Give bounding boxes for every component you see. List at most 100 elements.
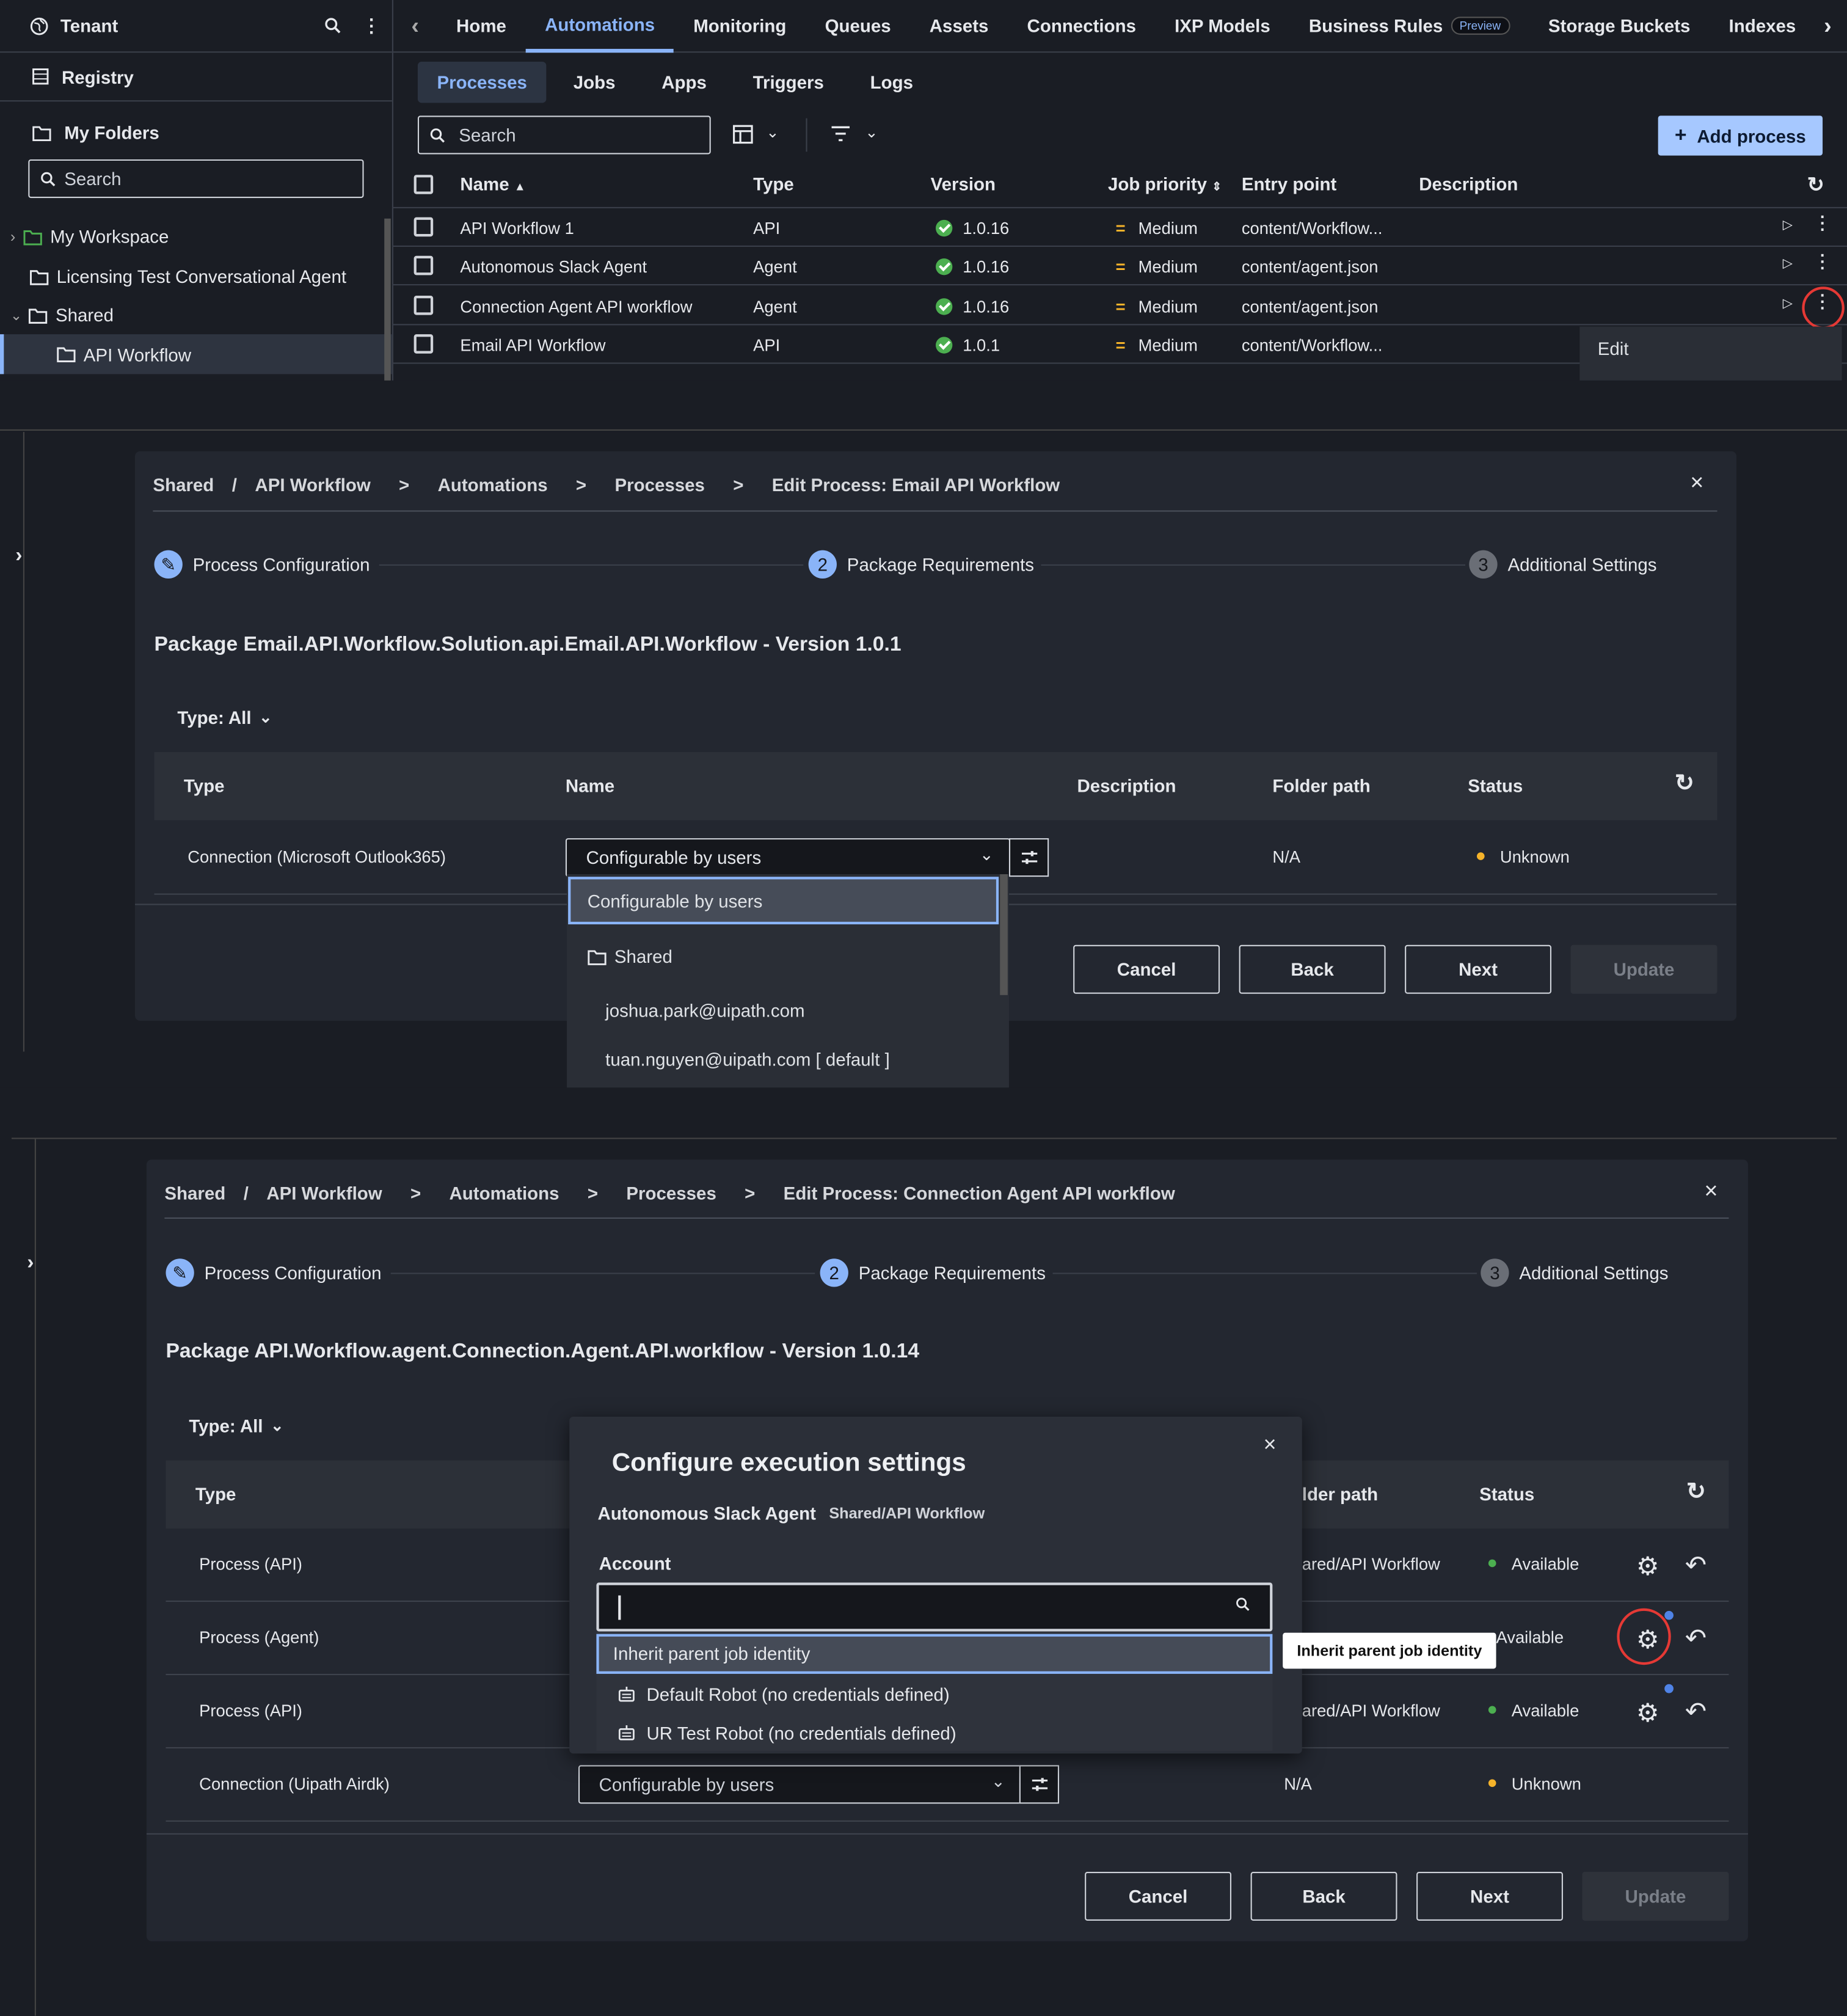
folder-search-input[interactable]: Search bbox=[28, 159, 364, 199]
dropdown-option[interactable]: joshua.park@uipath.com bbox=[567, 987, 1009, 1034]
step-additional-settings[interactable]: 3 Additional Settings bbox=[1481, 1258, 1668, 1287]
crumb-processes[interactable]: Processes bbox=[626, 1183, 716, 1203]
refresh-icon[interactable]: ↻ bbox=[1675, 770, 1694, 797]
type-filter[interactable]: Type: All ⌄ bbox=[189, 1415, 283, 1436]
tab-monitoring[interactable]: Monitoring bbox=[674, 0, 806, 52]
col-description[interactable]: Description bbox=[1419, 173, 1518, 194]
filter-icon[interactable] bbox=[830, 126, 851, 142]
tab-queues[interactable]: Queues bbox=[806, 0, 910, 52]
settings-sliders-icon[interactable] bbox=[1008, 838, 1049, 877]
type-filter[interactable]: Type: All ⌄ bbox=[177, 707, 272, 728]
tab-business-rules[interactable]: Business Rules Preview bbox=[1289, 0, 1529, 52]
row-checkbox[interactable] bbox=[413, 217, 434, 237]
table-row[interactable]: Autonomous Slack Agent Agent 1.0.16 = Med… bbox=[393, 247, 1847, 286]
refresh-icon[interactable]: ↻ bbox=[1686, 1478, 1706, 1505]
menu-item-edit[interactable]: Edit bbox=[1598, 338, 1629, 359]
col-type[interactable]: Type bbox=[753, 173, 794, 194]
play-icon[interactable]: ▷ bbox=[1783, 257, 1793, 271]
account-option[interactable]: UR Test Robot (no credentials defined) bbox=[596, 1714, 1272, 1752]
crumb-shared[interactable]: Shared bbox=[153, 475, 214, 495]
subtab-jobs[interactable]: Jobs bbox=[554, 62, 635, 103]
tab-home[interactable]: Home bbox=[437, 0, 525, 52]
connection-select[interactable]: Configurable by users ⌄ bbox=[578, 1765, 1022, 1804]
undo-icon[interactable]: ↶ bbox=[1685, 1623, 1707, 1655]
play-icon[interactable]: ▷ bbox=[1783, 219, 1793, 233]
account-option[interactable]: Default Robot (no credentials defined) bbox=[596, 1675, 1272, 1714]
subtab-logs[interactable]: Logs bbox=[851, 62, 933, 103]
chevron-right-icon[interactable]: › bbox=[1824, 12, 1832, 39]
row-checkbox[interactable] bbox=[413, 334, 434, 354]
step-package-requirements[interactable]: 2 Package Requirements bbox=[808, 550, 1034, 579]
back-button[interactable]: Back bbox=[1250, 1872, 1397, 1921]
update-button[interactable]: Update bbox=[1570, 944, 1718, 994]
crumb-automations[interactable]: Automations bbox=[450, 1183, 559, 1203]
tab-assets[interactable]: Assets bbox=[910, 0, 1008, 52]
chevron-right-icon[interactable]: › bbox=[10, 227, 15, 245]
account-search-input[interactable] bbox=[596, 1582, 1273, 1632]
chevron-down-icon[interactable]: ⌄ bbox=[865, 123, 878, 141]
refresh-icon[interactable]: ↻ bbox=[1807, 172, 1824, 198]
tree-item-my-workspace[interactable]: › My Workspace bbox=[0, 221, 392, 252]
cancel-button[interactable]: Cancel bbox=[1073, 944, 1220, 994]
tab-connections[interactable]: Connections bbox=[1008, 0, 1156, 52]
add-process-button[interactable]: + Add process bbox=[1658, 115, 1823, 156]
close-icon[interactable]: × bbox=[1264, 1432, 1277, 1458]
subtab-apps[interactable]: Apps bbox=[643, 62, 726, 103]
step-process-configuration[interactable]: ✎ Process Configuration bbox=[154, 550, 370, 579]
col-job-priority[interactable]: Job priority ⇕ bbox=[1108, 173, 1222, 194]
select-all-checkbox[interactable] bbox=[413, 175, 434, 194]
col-name[interactable]: Name ▲ bbox=[460, 173, 525, 194]
crumb-shared[interactable]: Shared bbox=[164, 1183, 225, 1203]
tenant-header[interactable]: Tenant · · · bbox=[0, 0, 392, 53]
dropdown-scrollbar[interactable] bbox=[1000, 874, 1008, 995]
more-vertical-icon[interactable]: · · · bbox=[1820, 208, 1826, 238]
close-icon[interactable]: × bbox=[1704, 1178, 1718, 1205]
cancel-button[interactable]: Cancel bbox=[1085, 1872, 1232, 1921]
connection-select[interactable]: Configurable by users ⌄ bbox=[565, 838, 1011, 877]
play-icon[interactable]: ▷ bbox=[1783, 297, 1793, 311]
gear-icon[interactable]: ⚙ bbox=[1636, 1550, 1659, 1583]
tree-item-shared[interactable]: ⌄ Shared bbox=[0, 299, 392, 331]
gear-icon[interactable]: ⚙ bbox=[1636, 1697, 1659, 1729]
subtab-triggers[interactable]: Triggers bbox=[734, 62, 843, 103]
chevron-right-icon[interactable]: › bbox=[27, 1252, 34, 1276]
step-additional-settings[interactable]: 3 Additional Settings bbox=[1469, 550, 1657, 579]
dropdown-option[interactable]: tuan.nguyen@uipath.com [ default ] bbox=[567, 1036, 1009, 1083]
crumb-api-workflow[interactable]: API Workflow bbox=[255, 475, 370, 495]
back-button[interactable]: Back bbox=[1239, 944, 1386, 994]
next-button[interactable]: Next bbox=[1405, 944, 1552, 994]
col-version[interactable]: Version bbox=[931, 173, 996, 194]
row-checkbox[interactable] bbox=[413, 296, 434, 315]
step-process-configuration[interactable]: ✎ Process Configuration bbox=[166, 1258, 381, 1287]
tree-item-api-workflow[interactable]: API Workflow bbox=[0, 334, 392, 374]
next-button[interactable]: Next bbox=[1416, 1872, 1563, 1921]
tab-ixp-models[interactable]: IXP Models bbox=[1156, 0, 1290, 52]
step-package-requirements[interactable]: 2 Package Requirements bbox=[820, 1258, 1046, 1287]
update-button[interactable]: Update bbox=[1582, 1872, 1729, 1921]
undo-icon[interactable]: ↶ bbox=[1685, 1549, 1707, 1582]
dropdown-option-selected[interactable]: Configurable by users bbox=[568, 877, 999, 925]
registry-item[interactable]: Registry bbox=[0, 53, 392, 102]
subtab-processes[interactable]: Processes bbox=[417, 62, 547, 103]
tab-automations[interactable]: Automations bbox=[525, 0, 674, 53]
chevron-down-icon[interactable]: ⌄ bbox=[10, 307, 22, 323]
chevron-left-icon[interactable]: ‹ bbox=[393, 12, 437, 39]
row-checkbox[interactable] bbox=[413, 255, 434, 276]
crumb-api-workflow[interactable]: API Workflow bbox=[266, 1183, 382, 1203]
search-icon[interactable] bbox=[324, 16, 341, 34]
tree-item-licensing[interactable]: Licensing Test Conversational Agent bbox=[0, 261, 392, 292]
process-search-input[interactable]: Search bbox=[417, 115, 711, 155]
more-vertical-icon[interactable]: · · · bbox=[1820, 247, 1826, 276]
close-icon[interactable]: × bbox=[1690, 469, 1703, 496]
sidebar-scrollbar[interactable] bbox=[384, 218, 391, 381]
chevron-down-icon[interactable]: ⌄ bbox=[766, 123, 779, 141]
columns-icon[interactable] bbox=[733, 125, 754, 144]
table-row[interactable]: Connection Agent API workflow Agent 1.0.… bbox=[393, 287, 1847, 326]
more-vertical-icon[interactable]: · · · bbox=[369, 10, 375, 42]
settings-sliders-icon[interactable] bbox=[1019, 1765, 1060, 1804]
account-option-selected[interactable]: Inherit parent job identity bbox=[596, 1634, 1273, 1674]
crumb-processes[interactable]: Processes bbox=[614, 475, 704, 495]
undo-icon[interactable]: ↶ bbox=[1685, 1696, 1707, 1728]
tab-indexes[interactable]: Indexes bbox=[1710, 0, 1815, 52]
tab-storage-buckets[interactable]: Storage Buckets bbox=[1529, 0, 1710, 52]
